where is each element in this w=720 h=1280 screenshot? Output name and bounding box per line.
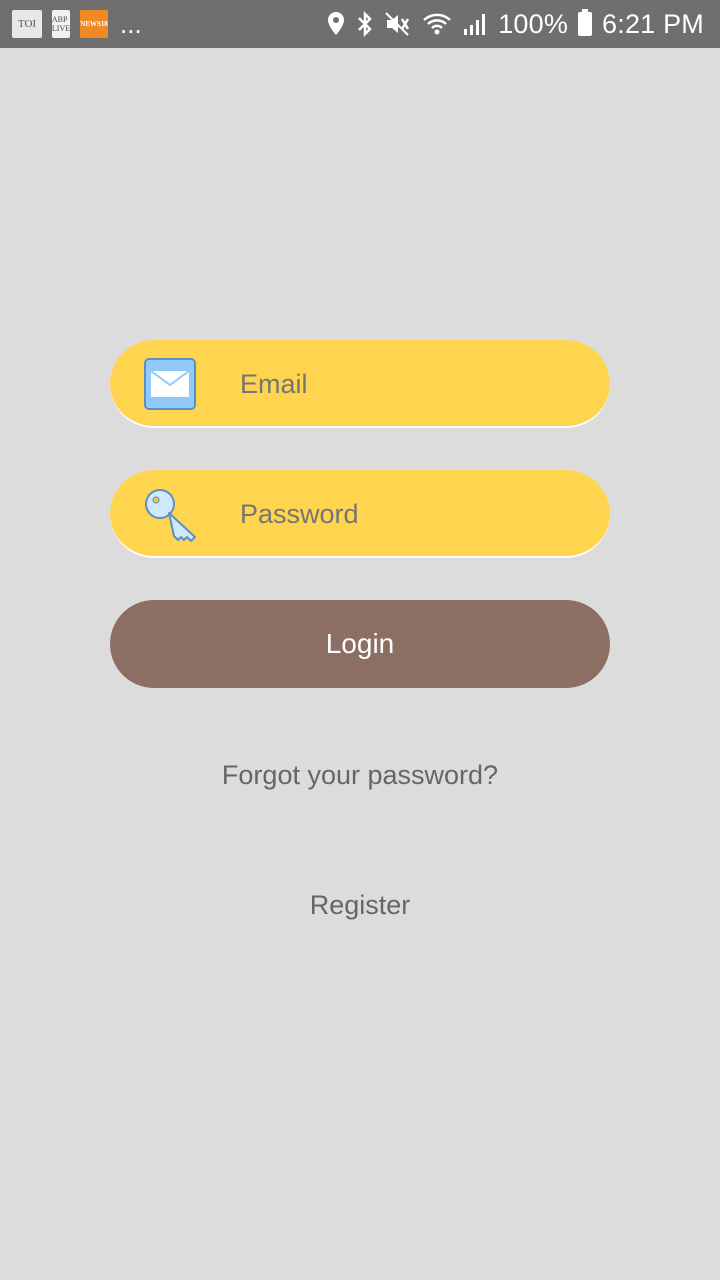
battery-percentage: 100% — [498, 8, 569, 39]
clock: 6:21 PM — [602, 8, 704, 39]
news18-notification-icon: NEWS18 — [80, 10, 108, 38]
abp-live-notification-icon: ABP LIVE — [52, 10, 70, 38]
register-link[interactable]: Register — [0, 890, 720, 921]
login-button[interactable]: Login — [110, 600, 610, 688]
envelope-icon — [142, 356, 198, 412]
wifi-icon — [422, 11, 452, 37]
toi-notification-icon: TOI — [12, 10, 42, 38]
system-icons: 100% 6:21 PM — [326, 6, 704, 42]
status-bar: TOI ABP LIVE NEWS18 ... 100% 6:21 PM — [0, 0, 720, 48]
mute-icon — [384, 11, 412, 37]
bluetooth-icon — [356, 11, 374, 37]
password-field[interactable] — [110, 470, 610, 558]
more-notifications-indicator: ... — [120, 9, 142, 39]
signal-icon — [462, 11, 488, 37]
password-input[interactable] — [240, 470, 580, 558]
email-field[interactable] — [110, 340, 610, 428]
battery-icon — [578, 9, 593, 36]
notification-icons: TOI ABP LIVE NEWS18 ... — [12, 10, 142, 38]
forgot-password-link[interactable]: Forgot your password? — [0, 760, 720, 791]
location-icon — [326, 11, 346, 37]
email-input[interactable] — [240, 340, 580, 428]
key-icon — [142, 486, 198, 542]
